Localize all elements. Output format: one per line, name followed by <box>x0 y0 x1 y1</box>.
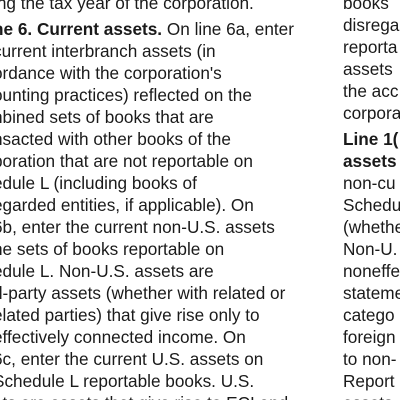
paragraph-heading-line: ne 6. Current assets. On line 6a, enter <box>0 18 323 40</box>
text-line: the acc <box>343 81 399 101</box>
section-heading: ne 6. Current assets. <box>0 19 163 39</box>
text-line: stateme <box>343 283 400 303</box>
text-line: non-cu <box>343 173 396 193</box>
text-line: to non- <box>343 349 397 369</box>
text-line: reporta <box>343 37 398 57</box>
text-line: effectively connected income. On <box>0 327 246 347</box>
text-line: Schedu <box>343 195 400 215</box>
left-column: ing the tax year of the corporation. ne … <box>0 0 323 400</box>
document-page: ing the tax year of the corporation. ne … <box>0 0 400 400</box>
text-line: elated parties) that give rise only to <box>0 305 260 325</box>
section-heading: Line 1( <box>343 129 399 149</box>
text-line: edule L. Non-U.S. assets are <box>0 261 214 281</box>
section-heading: assets <box>343 151 397 171</box>
text-line: (whethe <box>343 217 400 237</box>
text-line: assets <box>343 59 393 79</box>
right-column: books disrega reporta assets the acc cor… <box>343 0 400 400</box>
text-line: Report <box>343 371 395 391</box>
text-line: nbined sets of books that are <box>0 107 214 127</box>
text-fragment: On line 6a, enter <box>162 19 294 39</box>
text-line: ounting practices) reflected on the <box>0 85 252 105</box>
text-line: ing the tax year of the corporation. <box>0 0 254 13</box>
text-line: 6b, enter the current non-U.S. assets <box>0 217 275 237</box>
text-line: d-party assets (whether with related or <box>0 283 286 303</box>
text-line: corpora <box>343 103 400 123</box>
text-line: edule L (including books of <box>0 173 197 193</box>
text-line: current interbranch assets (in <box>0 41 216 61</box>
text-line: 6c, enter the current U.S. assets on <box>0 349 264 369</box>
text-line: ordance with the corporation's <box>0 63 222 83</box>
text-line: books <box>343 0 389 13</box>
text-line: catego <box>343 305 395 325</box>
text-line: foreign <box>343 327 396 347</box>
text-line: poration that are not reportable on <box>0 151 253 171</box>
text-line: assets <box>343 392 400 400</box>
text-line: ets are assets that give rise to ECI and <box>0 392 323 400</box>
text-line: nsacted with other books of the <box>0 129 231 149</box>
text-line: egarded entities, if applicable). On <box>0 195 254 215</box>
text-line: noneffe <box>343 261 400 281</box>
text-line: Non-U. <box>343 239 398 259</box>
text-line: Schedule L reportable books. U.S. <box>0 371 255 391</box>
text-line: he sets of books reportable on <box>0 239 225 259</box>
text-line: disrega <box>343 15 400 35</box>
